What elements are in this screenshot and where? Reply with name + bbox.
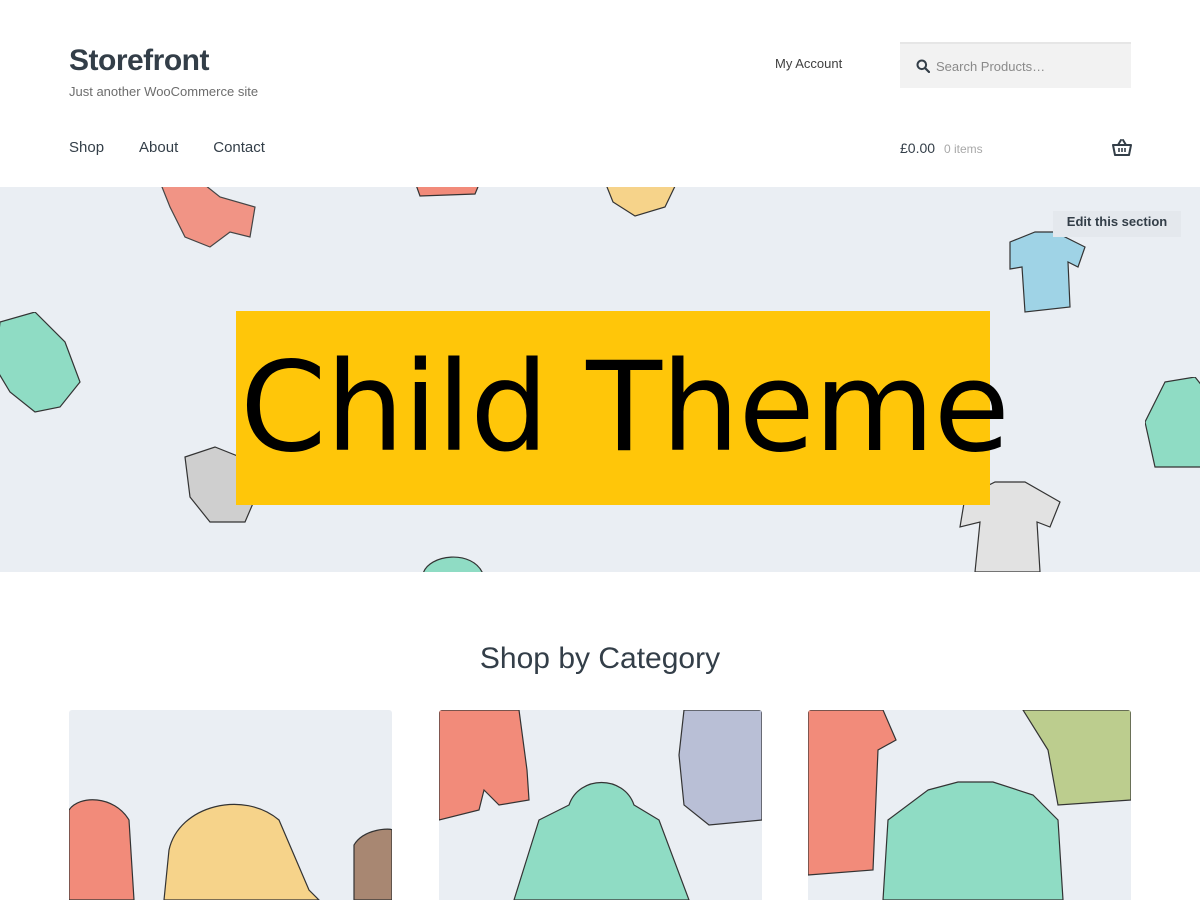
category-card-tshirts[interactable] bbox=[808, 710, 1131, 900]
basket-icon[interactable] bbox=[1112, 138, 1132, 158]
hero-section: Edit this section Child Theme bbox=[0, 187, 1200, 572]
child-theme-banner: Child Theme bbox=[236, 311, 1010, 505]
coral-hoodie-illustration bbox=[161, 187, 256, 248]
nav-item-shop[interactable]: Shop bbox=[69, 139, 104, 156]
mustard-cap-illustration bbox=[606, 187, 676, 217]
mint-sweater-left-illustration bbox=[0, 312, 81, 413]
nav-item-about[interactable]: About bbox=[139, 139, 178, 156]
mint-hoodie-right-illustration bbox=[1145, 377, 1200, 468]
coral-shirt-illustration bbox=[416, 187, 479, 197]
site-title[interactable]: Storefront bbox=[69, 44, 210, 78]
edit-section-button[interactable]: Edit this section bbox=[1053, 211, 1181, 237]
hats-illustration bbox=[69, 799, 392, 900]
nav-item-contact[interactable]: Contact bbox=[213, 139, 265, 156]
category-card-hoodies[interactable] bbox=[439, 710, 762, 900]
tshirts-illustration bbox=[808, 710, 1131, 900]
mint-hood-bottom-illustration bbox=[423, 556, 483, 572]
search-input[interactable] bbox=[936, 44, 1126, 88]
search-icon bbox=[916, 59, 930, 73]
hoodies-illustration bbox=[439, 710, 762, 900]
primary-nav: Shop About Contact bbox=[69, 139, 265, 156]
my-account-link[interactable]: My Account bbox=[775, 56, 842, 71]
sky-polo-illustration bbox=[1009, 231, 1086, 313]
category-heading: Shop by Category bbox=[479, 642, 721, 675]
product-search bbox=[900, 42, 1131, 88]
category-card-hats[interactable] bbox=[69, 710, 392, 900]
hero-title: Child Theme bbox=[240, 336, 1010, 480]
site-header: Storefront Just another WooCommerce site… bbox=[0, 0, 1200, 187]
cart-item-count[interactable]: 0 items bbox=[944, 142, 983, 156]
site-tagline: Just another WooCommerce site bbox=[69, 84, 259, 99]
cart-amount[interactable]: £0.00 bbox=[900, 140, 935, 156]
